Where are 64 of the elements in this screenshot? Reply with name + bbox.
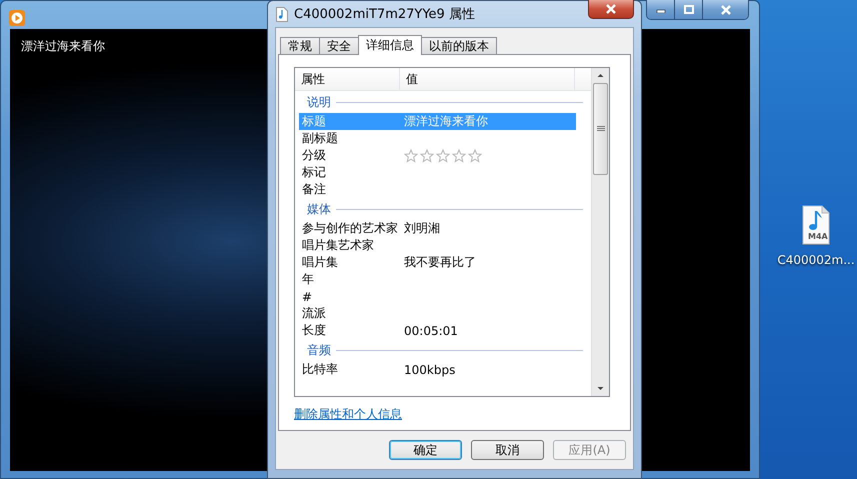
property-row[interactable]: 分级	[299, 147, 576, 164]
property-row[interactable]: 标记	[299, 164, 576, 181]
remove-properties-link[interactable]: 删除属性和个人信息	[294, 406, 402, 423]
star-icon[interactable]	[420, 148, 434, 162]
property-name: 备注	[301, 181, 327, 198]
tab[interactable]: 常规	[280, 37, 320, 54]
star-rating[interactable]	[404, 148, 482, 162]
property-row[interactable]: 流派	[299, 305, 576, 322]
dialog-button[interactable]: 确定	[389, 440, 462, 460]
music-file-icon	[802, 205, 830, 245]
tab[interactable]: 以前的版本	[421, 37, 497, 54]
property-value: 我不要再比了	[404, 254, 476, 271]
star-icon[interactable]	[452, 148, 466, 162]
property-name: 年	[301, 271, 315, 288]
property-name: 标题	[301, 113, 327, 130]
property-row[interactable]: #	[299, 288, 576, 305]
minimize-button[interactable]	[647, 0, 675, 19]
tab[interactable]: 详细信息	[358, 35, 422, 55]
close-icon	[720, 4, 732, 14]
tab[interactable]: 安全	[319, 37, 359, 54]
property-name: 参与创作的艺术家	[301, 220, 399, 237]
property-row[interactable]: 年	[299, 271, 576, 288]
property-name: 唱片集艺术家	[301, 237, 375, 254]
property-value: 刘明湘	[404, 220, 440, 237]
star-icon[interactable]	[468, 148, 482, 162]
column-header[interactable]: 属性	[295, 68, 400, 90]
star-icon[interactable]	[436, 148, 450, 162]
property-value: 00:05:01	[404, 324, 458, 338]
group-heading: 音频	[307, 342, 331, 358]
property-name: 分级	[301, 147, 327, 164]
property-row[interactable]: 长度 00:05:01	[299, 322, 576, 339]
property-name: #	[301, 290, 314, 304]
property-row[interactable]: 参与创作的艺术家 刘明湘	[299, 220, 576, 237]
star-icon[interactable]	[404, 148, 418, 162]
property-name: 流派	[301, 305, 327, 322]
window-title: C400002miT7m27YYe9 属性	[294, 6, 475, 23]
property-name: 副标题	[301, 130, 339, 147]
group-heading: 说明	[307, 94, 331, 110]
music-file-icon	[276, 6, 288, 22]
property-row[interactable]: 副标题	[299, 130, 576, 147]
property-value: 100kbps	[404, 362, 456, 376]
dialog-button[interactable]: 取消	[471, 440, 544, 460]
property-value: 漂洋过海来看你	[404, 113, 488, 130]
close-button[interactable]	[588, 0, 634, 19]
property-row[interactable]: 唱片集艺术家	[299, 237, 576, 254]
file-name[interactable]: C400002m...	[777, 253, 855, 267]
minimize-icon	[656, 6, 666, 12]
property-name: 标记	[301, 164, 327, 181]
lyric-text: 漂洋过海来看你	[21, 39, 105, 53]
property-row[interactable]: 备注	[299, 181, 576, 198]
play-icon	[9, 10, 25, 26]
maximize-icon	[684, 5, 694, 14]
file-type-label: M4A	[808, 232, 828, 241]
close-icon	[605, 4, 617, 14]
property-row[interactable]: 唱片集 我不要再比了	[299, 254, 576, 271]
property-name: 比特率	[301, 361, 339, 378]
grip-icon	[596, 126, 604, 132]
property-name: 长度	[301, 322, 327, 339]
property-row[interactable]: 比特率 100kbps	[299, 361, 576, 378]
scrollbar[interactable]	[591, 68, 609, 396]
group-heading: 媒体	[307, 200, 331, 218]
property-name: 唱片集	[301, 254, 339, 271]
column-header[interactable]: 值	[400, 68, 575, 90]
maximize-button[interactable]	[675, 0, 703, 19]
